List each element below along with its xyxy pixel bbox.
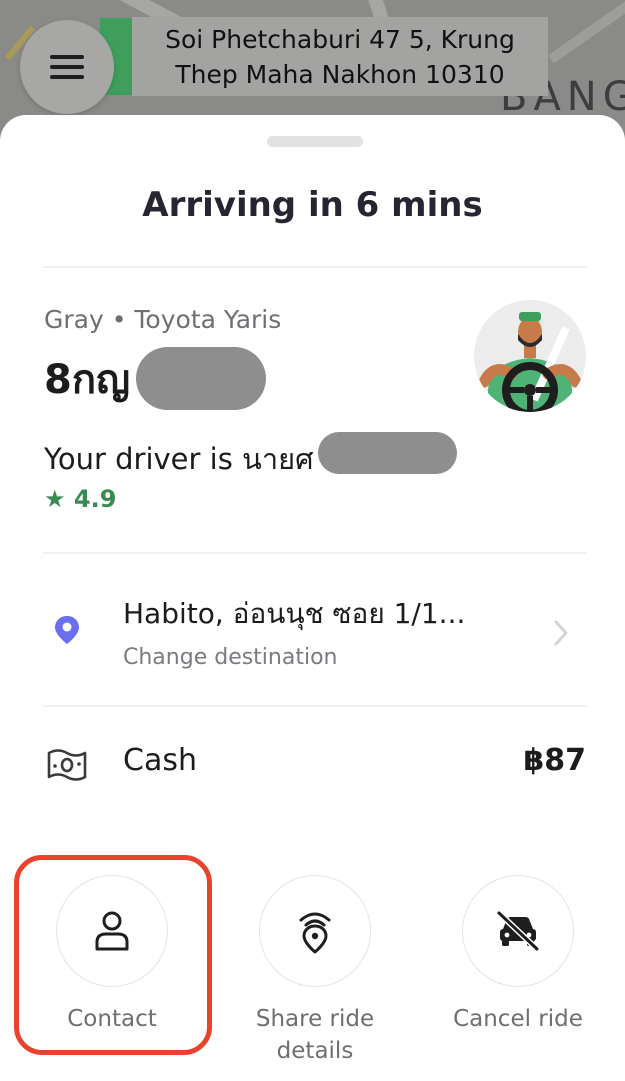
chevron-right-icon — [553, 619, 569, 651]
redacted-plate — [136, 347, 266, 410]
cancel-ride-button[interactable]: Cancel ride — [433, 875, 603, 1035]
menu-button[interactable] — [20, 20, 114, 114]
payment-row[interactable]: Cash ฿87 — [0, 735, 625, 795]
share-ride-circle[interactable] — [259, 875, 371, 987]
cancel-ride-circle[interactable] — [462, 875, 574, 987]
pickup-address-banner: Soi Phetchaburi 47 5, Krung Thep Maha Na… — [132, 17, 548, 96]
car-description: Gray • Toyota Yaris — [44, 305, 282, 334]
divider — [43, 705, 587, 707]
redacted-driver-name — [318, 432, 457, 474]
map-road — [547, 0, 625, 64]
contact-button[interactable]: Contact — [27, 875, 197, 1035]
plate-text: 8กญ — [44, 357, 131, 403]
pickup-address: Soi Phetchaburi 47 5, Krung Thep Maha Na… — [165, 24, 515, 89]
hamburger-menu-icon — [50, 55, 84, 79]
contact-label: Contact — [67, 1006, 157, 1032]
cancel-ride-label: Cancel ride — [453, 1006, 583, 1032]
divider — [43, 266, 587, 268]
driver-name: Your driver is นายศ — [44, 442, 314, 476]
person-icon — [95, 911, 129, 951]
share-location-icon — [299, 912, 331, 954]
divider — [43, 552, 587, 554]
share-ride-label: Share ride details — [255, 1006, 375, 1064]
contact-circle[interactable] — [56, 875, 168, 987]
driver-rating: ★ 4.9 — [44, 485, 117, 513]
change-destination-link[interactable]: Change destination — [123, 645, 338, 670]
plate-number: 8กญ — [44, 347, 130, 411]
arrival-status: Arriving in 6 mins — [142, 185, 483, 225]
destination-title: Habito, อ่อนนุช ซอย 1/1... — [123, 597, 466, 630]
share-ride-button[interactable]: Share ride details — [230, 875, 400, 1067]
car-cancel-icon — [496, 911, 540, 951]
location-pin-icon — [54, 615, 80, 649]
cash-icon — [46, 748, 88, 786]
driver-avatar[interactable] — [474, 300, 586, 412]
trip-sheet: Arriving in 6 mins Gray • Toyota Yaris 8… — [0, 115, 625, 1081]
destination-row[interactable]: Habito, อ่อนนุช ซอย 1/1... Change destin… — [0, 570, 625, 670]
payment-method: Cash — [123, 743, 197, 778]
fare-amount: ฿87 — [523, 743, 586, 778]
driver-illustration-icon — [474, 300, 586, 412]
sheet-drag-handle[interactable] — [267, 136, 363, 147]
